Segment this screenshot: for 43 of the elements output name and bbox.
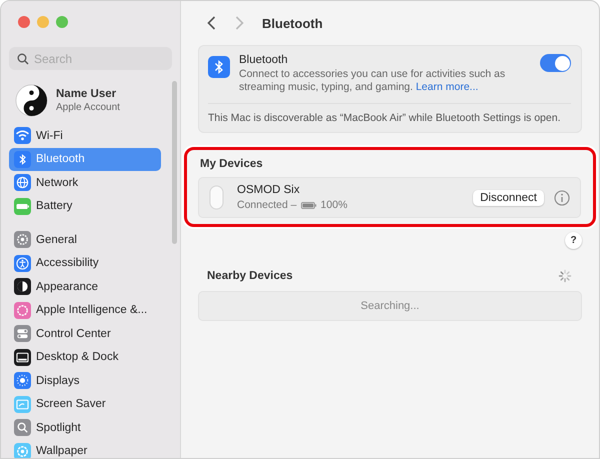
battery-icon — [300, 202, 317, 208]
setting-title: Bluetooth — [239, 54, 289, 66]
sidebar-item[interactable]: Battery — [9, 194, 161, 218]
account-name: Name User — [56, 88, 118, 100]
bluetooth-toggle[interactable] — [540, 54, 571, 72]
discoverable-note: This Mac is discoverable as “MacBook Air” while Bluetooth Settings is open. — [208, 112, 562, 124]
info-icon[interactable] — [554, 190, 570, 206]
bluetooth-icon — [208, 56, 230, 78]
disconnect-button[interactable]: Disconnect — [473, 190, 544, 206]
sidebar-item[interactable]: Apple Intelligence &... — [9, 298, 161, 322]
sidebar-item[interactable]: Accessibility — [9, 252, 161, 275]
scrollbar[interactable] — [172, 81, 177, 244]
device-row[interactable]: OSMOD Six Connected – 100% Disconnect — [198, 177, 581, 218]
learn-more-link[interactable]: Learn more... — [416, 81, 478, 93]
sidebar-item[interactable]: Displays — [9, 369, 161, 392]
sidebar-item[interactable]: Wallpaper — [9, 440, 161, 458]
mouse-icon — [209, 185, 224, 210]
sidebar-item[interactable]: Control Center — [9, 322, 161, 346]
help-button[interactable]: ? — [565, 232, 582, 249]
sidebar-item[interactable]: Wi-Fi — [9, 124, 161, 148]
sidebar-item[interactable]: Network — [9, 171, 161, 194]
account-subtitle: Apple Account — [56, 102, 120, 112]
searching-status: Searching... — [360, 300, 420, 312]
sidebar-item[interactable]: Screen Saver — [9, 392, 161, 416]
sidebar-item[interactable]: Desktop & Dock — [9, 346, 161, 369]
chevron-right-icon — [234, 16, 244, 30]
sidebar-item[interactable]: Appearance — [9, 275, 161, 298]
sidebar-item[interactable]: General — [9, 228, 161, 252]
device-status: Connected – — [237, 199, 297, 211]
chevron-left-icon — [206, 16, 216, 30]
window-title: Bluetooth — [262, 16, 323, 30]
avatar-icon[interactable] — [15, 84, 48, 116]
setting-description: Connect to accessories you can use for activities such as streaming music, typing, and gaming. Learn more... — [239, 68, 506, 94]
section-heading: Nearby Devices — [207, 270, 293, 282]
battery-percent: 100% — [320, 199, 348, 211]
spinner-icon — [558, 269, 572, 283]
close-button[interactable] — [18, 16, 30, 28]
search-icon — [17, 53, 29, 65]
sidebar-item[interactable]: Spotlight — [9, 416, 161, 440]
section-heading: My Devices — [199, 157, 264, 172]
zoom-button[interactable] — [56, 16, 68, 28]
minimize-button[interactable] — [37, 16, 49, 28]
device-name: OSMOD Six — [237, 184, 301, 196]
